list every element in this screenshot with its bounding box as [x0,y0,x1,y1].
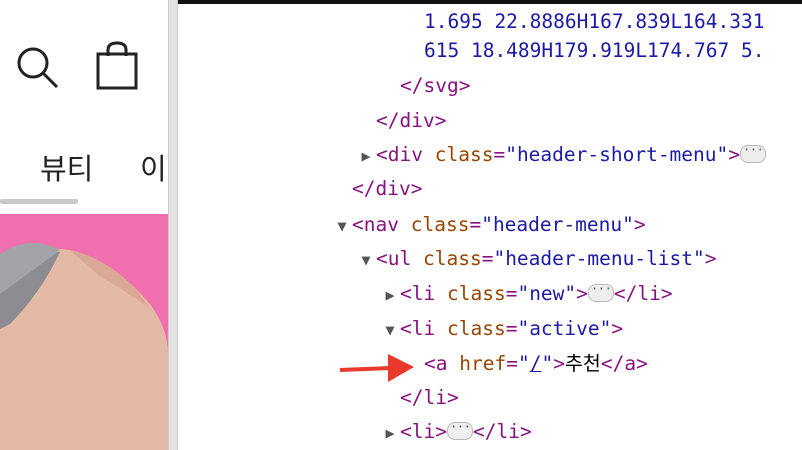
search-icon[interactable] [14,44,60,90]
closing-tag-svg: svg [423,74,459,97]
dom-node-header-menu-list[interactable]: ▼ <ul class="header-menu-list"> [356,242,716,277]
code-line[interactable]: </div> [352,172,422,206]
page-preview-pane: 뷰티 이 [0,0,168,450]
svg-path-data-text: 1.695 22.8886H167.839L164.331 [424,10,765,33]
nav-scroll-indicator[interactable] [0,199,78,204]
expand-triangle-icon[interactable]: ▶ [356,139,376,173]
pane-splitter[interactable] [168,0,178,450]
collapsed-children-ellipsis-icon[interactable]: ··· [587,283,614,302]
dom-node-li[interactable]: ▶ <li> ··· </li> [380,415,531,450]
annotation-arrow-icon [339,354,414,382]
collapse-triangle-icon[interactable]: ▼ [380,313,400,347]
dom-node-anchor-recommend[interactable]: <a href="/">추천</a> [424,347,648,381]
closing-tag-div: div [375,177,411,200]
nav-item-next[interactable]: 이 [140,146,167,188]
collapse-triangle-icon[interactable]: ▼ [332,209,352,243]
code-line[interactable]: </div> [376,104,446,138]
svg-path-data-text: 615 18.489H179.919L174.767 5. [424,39,765,62]
dom-node-header-short-menu[interactable]: ▶ <div class="header-short-menu"> ··· [356,138,767,173]
hero-image [0,214,168,450]
closing-tag-div: div [399,109,435,132]
href-link[interactable]: / [530,352,542,375]
collapse-triangle-icon[interactable]: ▼ [356,243,376,277]
collapsed-children-ellipsis-icon[interactable]: ··· [446,421,473,440]
dom-node-header-menu[interactable]: ▼ <nav class="header-menu"> [332,208,645,243]
code-line[interactable]: </svg> [400,69,470,103]
shopping-bag-icon[interactable] [94,40,140,92]
anchor-text: 추천 [564,352,601,375]
nav-item-beauty[interactable]: 뷰티 [40,146,93,188]
devtools-elements-panel: 1.695 22.8886H167.839L164.331 615 18.489… [178,4,802,450]
dom-node-li-new[interactable]: ▶ <li class="new"> ··· </li> [380,277,672,312]
collapsed-children-ellipsis-icon[interactable]: ··· [740,144,767,163]
expand-triangle-icon[interactable]: ▶ [380,278,400,312]
expand-triangle-icon[interactable]: ▶ [380,416,400,450]
code-line: 615 18.489H179.919L174.767 5. [424,34,764,68]
closing-tag-li: li [423,386,447,409]
dom-node-li-active[interactable]: ▼ <li class="active"> [380,312,623,346]
